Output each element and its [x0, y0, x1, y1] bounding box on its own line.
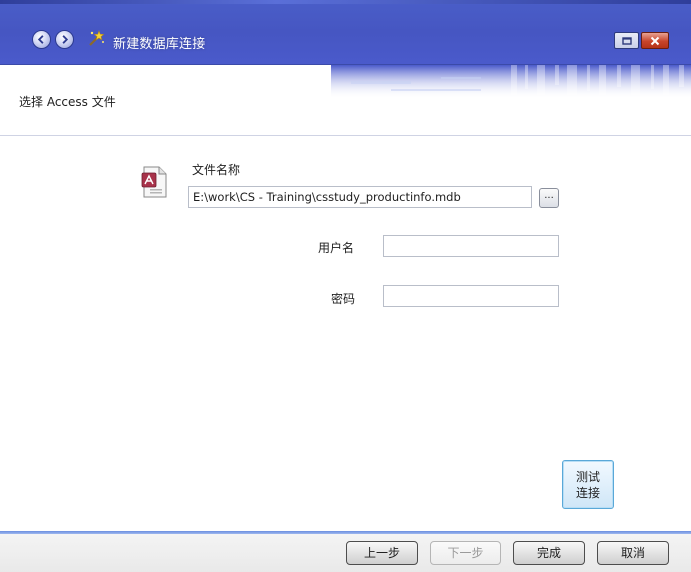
previous-button[interactable]: 上一步 — [346, 541, 418, 565]
password-field[interactable] — [383, 285, 559, 307]
header-decoration — [331, 65, 691, 101]
access-file-icon — [140, 165, 168, 199]
page-title: 选择 Access 文件 — [19, 95, 116, 109]
header-divider — [0, 135, 691, 136]
restore-window-icon[interactable] — [614, 32, 639, 49]
username-field[interactable] — [383, 235, 559, 257]
back-arrow-icon[interactable] — [32, 30, 51, 49]
close-icon[interactable] — [641, 32, 669, 49]
browse-button[interactable]: ... — [539, 188, 559, 208]
title-bar-highlight — [0, 0, 691, 4]
window-title: 新建数据库连接 — [113, 37, 206, 52]
file-name-label: 文件名称 — [192, 163, 241, 177]
test-connection-line2: 连接 — [575, 485, 600, 500]
cancel-button[interactable]: 取消 — [597, 541, 669, 565]
title-bar: 新建数据库连接 — [0, 0, 691, 65]
password-label: 密码 — [331, 292, 356, 306]
username-label: 用户名 — [318, 241, 355, 255]
test-connection-button[interactable]: 测试 连接 — [562, 460, 614, 509]
next-button[interactable]: 下一步 — [430, 541, 501, 565]
test-connection-line1: 测试 — [575, 469, 600, 484]
finish-button[interactable]: 完成 — [513, 541, 585, 565]
file-path-field[interactable]: E:\work\CS - Training\csstudy_productinf… — [188, 186, 532, 208]
new-database-connection-window: 新建数据库连接 选择 Access 文件 文件名称 E:\work\CS - T… — [0, 0, 691, 572]
forward-arrow-icon[interactable] — [55, 30, 74, 49]
wizard-wand-icon — [87, 30, 105, 48]
